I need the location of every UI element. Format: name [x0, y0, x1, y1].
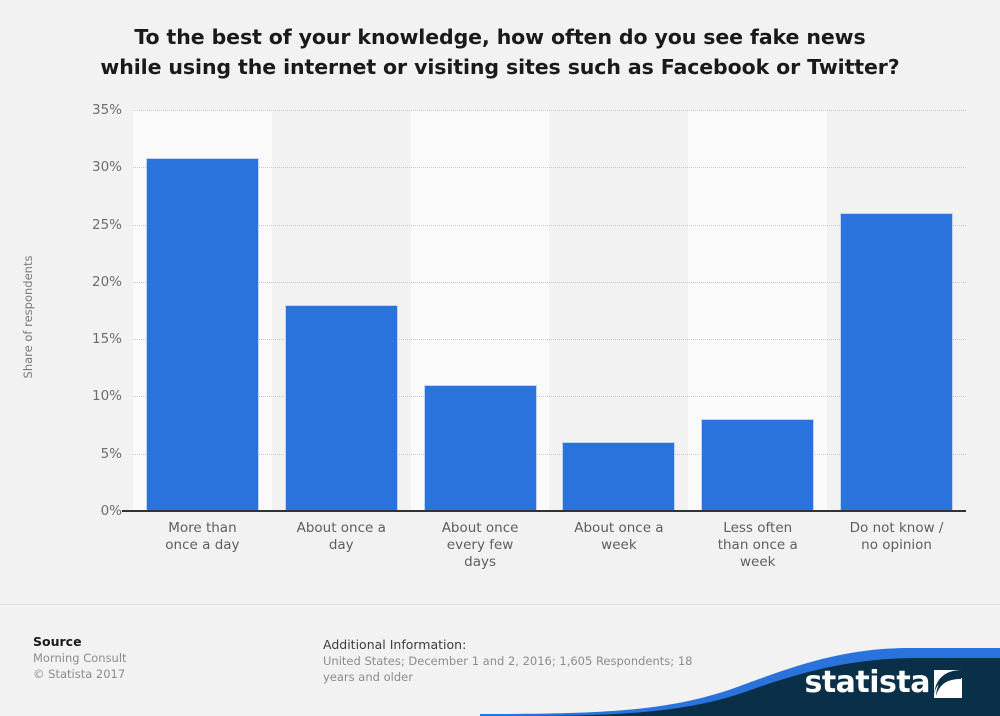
- x-axis-tick-label-line: Less often: [723, 520, 793, 536]
- source-block: Source Morning Consult © Statista 2017: [33, 633, 293, 682]
- source-name: Morning Consult: [33, 651, 127, 665]
- y-axis-tick-label: 15%: [91, 331, 122, 348]
- x-axis-tick-label-line: no opinion: [861, 537, 932, 553]
- x-axis-tick-label: About once every few days: [411, 520, 550, 571]
- bar[interactable]: [284, 304, 398, 511]
- chart-page: To the best of your knowledge, how often…: [0, 0, 1000, 716]
- bar[interactable]: [701, 419, 815, 511]
- copyright-notice: © Statista 2017: [33, 667, 126, 681]
- x-axis-tick-label-line: day: [328, 537, 354, 553]
- bar[interactable]: [423, 384, 537, 511]
- x-axis-tick-label-line: week: [740, 554, 776, 570]
- x-axis-tick-label: About once a week: [550, 520, 689, 554]
- x-axis-tick-label: About once a day: [272, 520, 411, 554]
- x-axis-tick-label-line: week: [601, 537, 637, 553]
- x-axis-tick-label-line: than once a: [717, 537, 798, 553]
- statista-logo[interactable]: statista: [804, 668, 962, 698]
- y-axis-tick-label: 30%: [91, 159, 122, 176]
- y-axis-tick-label: 5%: [100, 445, 122, 462]
- y-axis-label: Share of respondents: [21, 255, 35, 379]
- x-axis-tick-label-line: More than: [168, 520, 237, 536]
- x-axis-line: [122, 510, 966, 512]
- x-axis-tick-label-line: About once a: [574, 520, 664, 536]
- source-heading: Source: [33, 634, 82, 649]
- x-axis-tick-label-line: once a day: [165, 537, 240, 553]
- bar[interactable]: [145, 158, 259, 511]
- statista-wordmark: statista: [804, 665, 930, 700]
- y-axis-tick-label: 0%: [100, 503, 122, 519]
- bar[interactable]: [840, 213, 954, 511]
- x-axis-tick-label: Do not know / no opinion: [827, 520, 966, 554]
- x-axis-tick-label-line: Do not know /: [849, 520, 944, 536]
- plot-area: [133, 110, 966, 511]
- x-axis-tick-label-line: About once a: [296, 520, 386, 536]
- x-axis-tick-label: More than once a day: [133, 520, 272, 554]
- x-axis-tick-label-line: every few: [446, 537, 514, 553]
- y-axis-tick-label: 35%: [91, 102, 122, 118]
- y-axis-tick-label: 10%: [91, 388, 122, 405]
- x-axis-labels: More than once a day About once a day About …: [133, 520, 966, 590]
- x-axis-tick-label: Less often than once a week: [688, 520, 827, 571]
- bar[interactable]: [562, 442, 676, 511]
- y-axis-ticks: 35% 30% 25% 20% 15% 10% 5% 0%: [44, 0, 122, 600]
- y-axis-tick-label: 20%: [91, 273, 122, 290]
- chart-footer: Source Morning Consult © Statista 2017 A…: [0, 604, 1000, 716]
- x-axis-tick-label-line: days: [464, 554, 496, 570]
- gridline: [133, 110, 966, 111]
- y-axis-tick-label: 25%: [91, 216, 122, 233]
- bar-chart: Share of respondents 35% 30% 25% 20% 15% 10% 5…: [0, 0, 1000, 600]
- statista-logo-mark: [934, 670, 962, 698]
- x-axis-tick-label-line: About once: [441, 520, 519, 536]
